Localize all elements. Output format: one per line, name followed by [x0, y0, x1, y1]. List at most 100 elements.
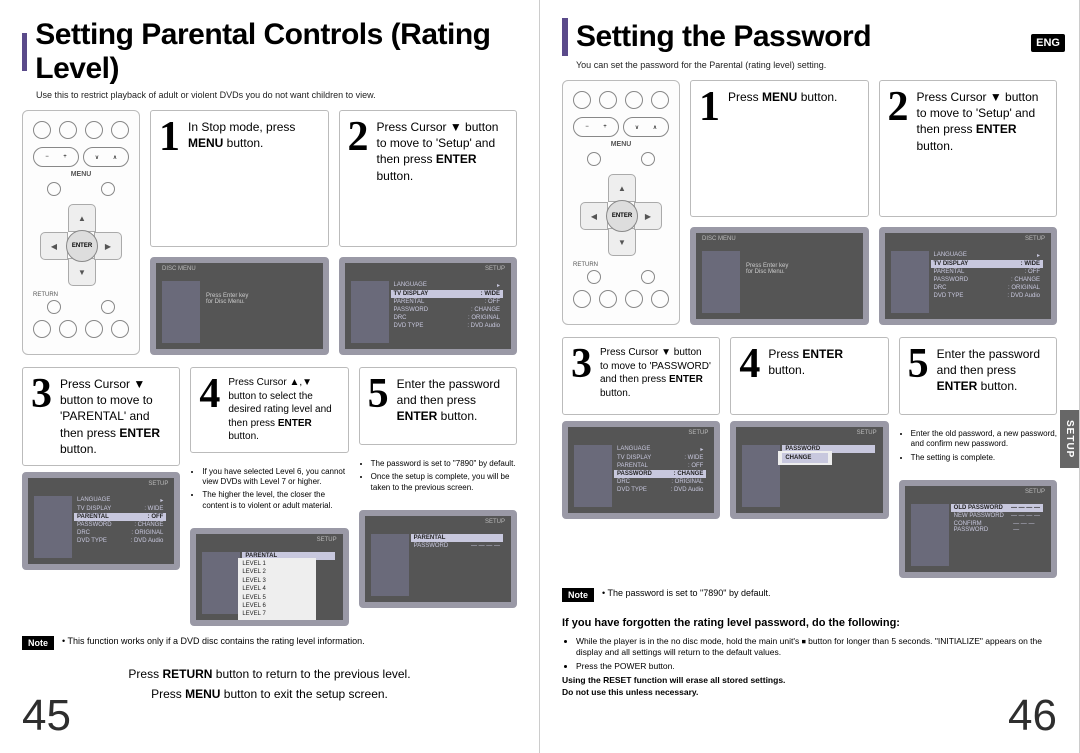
remote-small-button: [101, 300, 115, 314]
dpad-left: ◀: [40, 232, 68, 260]
step-text: Enter the password and then press ENTER …: [937, 346, 1048, 395]
dpad: ▲ ▼ ◀ ▶ ENTER: [580, 174, 662, 256]
volume-pill: −+: [573, 117, 619, 137]
remote-small-button: [47, 182, 61, 196]
row2-grid: 3 Press Cursor ▼ button to move to 'PASS…: [562, 337, 1057, 578]
step-number: 3: [31, 376, 52, 414]
osd-popup: LEVEL 1LEVEL 2LEVEL 3LEVEL 4LEVEL 5LEVEL…: [238, 558, 316, 621]
osd-screenshot: SETUP PARENTAL LEVEL 1LEVEL 2LEVEL 3LEVE…: [190, 528, 348, 626]
remote-button: [599, 91, 617, 109]
remote-button: [599, 290, 617, 308]
osd-screenshot: DISC MENU Press Enter keyfor Disc Menu.: [690, 227, 869, 325]
remote-small-button: [641, 152, 655, 166]
osd-screenshot: SETUP PASSWORD CHANGE: [730, 421, 888, 519]
content-area: −+ ∨∧ MENU ▲ ▼ ◀ ▶ ENTER RETURN 1 In Sto…: [22, 110, 517, 355]
dpad-right: ▶: [94, 232, 122, 260]
step-number: 5: [368, 376, 389, 414]
osd-screenshot: SETUP OLD PASSWORD— — — —NEW PASSWORD— —…: [899, 480, 1057, 578]
remote-button: [33, 320, 51, 338]
tuning-pill: ∨∧: [623, 117, 669, 137]
step-2: 2 Press Cursor ▼ button to move to 'Setu…: [879, 80, 1058, 217]
dpad-right: ▶: [634, 202, 662, 230]
remote-small-button: [47, 300, 61, 314]
remote-button: [573, 290, 591, 308]
step-4: 4 Press ENTER button.: [730, 337, 888, 415]
osd-screenshot: DISC MENU Press Enter keyfor Disc Menu.: [150, 257, 329, 355]
remote-button: [573, 91, 591, 109]
accent-bar: [562, 18, 568, 56]
osd-menu-l2: LANGUAGE▸TV DISPLAY: WIDEPARENTAL: OFFPA…: [391, 281, 504, 343]
step-number: 3: [571, 346, 592, 384]
steps-column: 1 In Stop mode, press MENU button. 2 Pre…: [150, 110, 517, 355]
content-area: −+ ∨∧ MENU ▲ ▼ ◀ ▶ ENTER RETURN 1 Press …: [562, 80, 1057, 325]
eng-badge: ENG: [1031, 34, 1065, 52]
step-number: 1: [699, 89, 720, 127]
menu-label: MENU: [71, 171, 92, 178]
dpad-enter: ENTER: [606, 200, 638, 232]
step-number: 4: [739, 346, 760, 384]
forgot-list: While the player is in the no disc mode,…: [562, 636, 1057, 674]
remote-button: [651, 91, 669, 109]
step-text: Press Cursor ▼ button to move to 'Setup'…: [377, 119, 509, 184]
page-subtitle: Use this to restrict playback of adult o…: [36, 90, 517, 100]
page-46: ENG SETUP Setting the Password You can s…: [540, 0, 1080, 753]
step-3: 3 Press Cursor ▼ button to move to 'PARE…: [22, 367, 180, 466]
osd-menu-r2: LANGUAGE▸TV DISPLAY: WIDEPARENTAL: OFFPA…: [931, 251, 1044, 313]
remote-button: [59, 121, 77, 139]
remote-small-button: [101, 182, 115, 196]
osd-screenshot: SETUP LANGUAGE▸TV DISPLAY: WIDEPARENTAL:…: [879, 227, 1058, 325]
step-text: Press Cursor ▼ button to move to 'PARENT…: [60, 376, 171, 457]
forgot-section: If you have forgotten the rating level p…: [562, 616, 1057, 699]
forgot-headline: If you have forgotten the rating level p…: [562, 616, 1057, 631]
remote-small-button: [587, 152, 601, 166]
steps-column: 1 Press MENU button. 2 Press Cursor ▼ bu…: [690, 80, 1057, 325]
remote-control: −+ ∨∧ MENU ▲ ▼ ◀ ▶ ENTER RETURN: [22, 110, 140, 355]
remote-button: [625, 290, 643, 308]
step-number: 2: [348, 119, 369, 157]
page-subtitle: You can set the password for the Parenta…: [576, 60, 1057, 70]
step-2: 2 Press Cursor ▼ button to move to 'Setu…: [339, 110, 518, 247]
step-5: 5 Enter the password and then press ENTE…: [359, 367, 517, 445]
step-1: 1 Press MENU button.: [690, 80, 869, 217]
step-text: Press MENU button.: [728, 89, 837, 105]
remote-button: [85, 121, 103, 139]
step-text: Press ENTER button.: [768, 346, 879, 378]
osd-menu-l3: LANGUAGE▸TV DISPLAY: WIDEPARENTAL: OFFPA…: [74, 496, 166, 558]
osd-screenshot: SETUP LANGUAGE▸TV DISPLAY: WIDEPARENTAL:…: [339, 257, 518, 355]
remote-button: [625, 91, 643, 109]
step-5: 5 Enter the password and then press ENTE…: [899, 337, 1057, 415]
remote-button: [111, 121, 129, 139]
remote-small-button: [587, 270, 601, 284]
page-title: Setting Parental Controls (Rating Level): [35, 18, 517, 86]
osd-screenshot: SETUP PARENTAL PASSWORD— — — —: [359, 510, 517, 608]
step-text: Press Cursor ▲,▼ button to select the de…: [228, 376, 339, 444]
volume-pill: −+: [33, 147, 79, 167]
note-badge: Note: [562, 588, 594, 602]
dpad-up: ▲: [68, 204, 96, 232]
page-number: 45: [22, 691, 71, 741]
osd-pw-fields: OLD PASSWORD— — — —NEW PASSWORD— — — —CO…: [951, 504, 1043, 566]
step-number: 1: [159, 119, 180, 157]
step-text: Press Cursor ▼ button to move to 'Setup'…: [917, 89, 1049, 154]
page-45: Setting Parental Controls (Rating Level)…: [0, 0, 540, 753]
dpad-enter: ENTER: [66, 230, 98, 262]
step-3: 3 Press Cursor ▼ button to move to 'PASS…: [562, 337, 720, 415]
remote-button: [111, 320, 129, 338]
osd-screenshot: SETUP LANGUAGE▸TV DISPLAY: WIDEPARENTAL:…: [22, 472, 180, 570]
note-badge: Note: [22, 636, 54, 650]
note-row: Note • This function works only if a DVD…: [22, 636, 517, 650]
title-row: Setting Parental Controls (Rating Level): [22, 18, 517, 86]
title-row: Setting the Password: [562, 18, 1057, 56]
step-number: 2: [888, 89, 909, 127]
remote-button: [651, 290, 669, 308]
dpad-down: ▼: [608, 228, 636, 256]
remote-small-button: [641, 270, 655, 284]
dpad: ▲ ▼ ◀ ▶ ENTER: [40, 204, 122, 286]
step-text: Enter the password and then press ENTER …: [397, 376, 508, 425]
dpad-up: ▲: [608, 174, 636, 202]
lower-grid: 3 Press Cursor ▼ button to move to 'PARE…: [22, 367, 517, 626]
step-number: 5: [908, 346, 929, 384]
dpad-down: ▼: [68, 258, 96, 286]
accent-bar: [22, 33, 27, 71]
page-number: 46: [1008, 691, 1057, 741]
